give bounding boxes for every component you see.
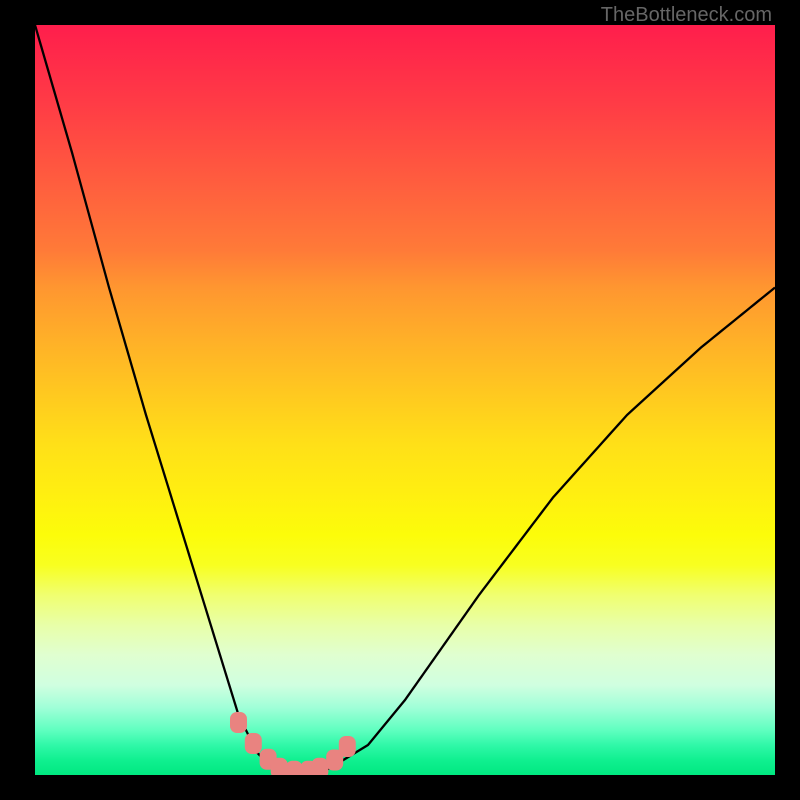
data-marker [271,758,288,775]
bottleneck-curve [35,25,775,775]
data-marker [230,712,247,733]
data-marker [339,736,356,757]
data-marker [286,761,303,775]
data-marker [311,758,328,775]
chart-plot-area [35,25,775,775]
chart-svg [35,25,775,775]
watermark-text: TheBottleneck.com [601,4,772,27]
data-marker [245,733,262,754]
